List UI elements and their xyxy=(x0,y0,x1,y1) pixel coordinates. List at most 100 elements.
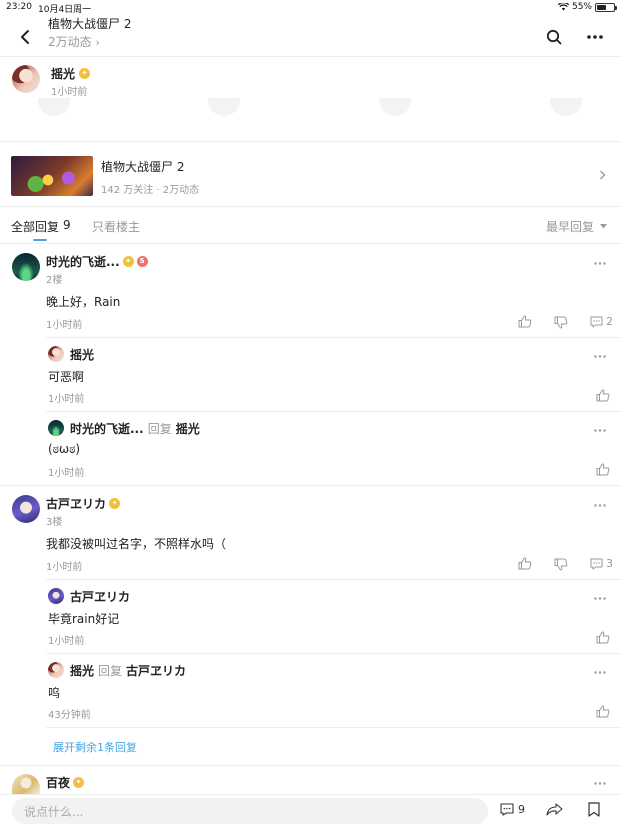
page-subtitle[interactable]: 2万动态 › xyxy=(48,33,100,50)
comment-author[interactable]: 时光的飞逝... ✦ S xyxy=(46,253,148,270)
more-dots-icon[interactable] xyxy=(594,262,606,265)
comment-avatar[interactable] xyxy=(12,495,40,523)
comment-author[interactable]: 古戸ヱリカ ✦ xyxy=(46,495,121,512)
thumbs-up-icon[interactable] xyxy=(596,389,610,402)
sort-label: 最早回复 xyxy=(546,220,595,234)
reply-author[interactable]: 古戸ヱリカ xyxy=(70,588,130,605)
more-dots-icon[interactable] xyxy=(594,429,606,432)
comment-reply-button[interactable]: 3 xyxy=(590,557,613,570)
more-dots-icon[interactable] xyxy=(594,355,606,358)
reply-text: 呜 xyxy=(48,686,61,700)
reply-text: 毕竟rain好记 xyxy=(48,612,120,626)
comment-icon xyxy=(590,316,603,327)
status-time: 23:20 xyxy=(6,2,32,12)
tab-owner-only[interactable]: 只看楼主 xyxy=(92,218,140,235)
tab-all-replies[interactable]: 全部回复 9 xyxy=(11,218,71,235)
back-button[interactable] xyxy=(14,26,36,48)
level-badge-icon: ✦ xyxy=(109,498,121,509)
comment-icon xyxy=(590,558,603,569)
reply-word: 回复 xyxy=(98,664,123,678)
level-badge-icon: ✦ xyxy=(79,68,91,79)
reply-divider xyxy=(46,411,621,412)
thumbs-down-icon[interactable] xyxy=(554,558,568,571)
search-icon xyxy=(546,29,562,45)
comment-time: 1小时前 xyxy=(46,320,83,331)
comment-reply-button[interactable]: 2 xyxy=(590,315,613,328)
reply-author[interactable]: 时光的飞逝... xyxy=(70,420,144,437)
comment-avatar[interactable] xyxy=(12,253,40,281)
tab-all-label: 全部回复 xyxy=(11,220,60,234)
reply-author-line: 时光的飞逝... 回复 摇光 xyxy=(70,420,200,437)
comment-author-name: 百夜 xyxy=(46,776,71,790)
comment-reply-count: 3 xyxy=(606,557,613,570)
post-author-name: 摇光 xyxy=(51,67,76,81)
more-dots-icon[interactable] xyxy=(594,782,606,785)
thumbs-up-icon[interactable] xyxy=(596,705,610,718)
bottom-comment-button[interactable]: 9 xyxy=(500,803,525,816)
status-date: 10月4日周一 xyxy=(38,5,92,15)
reply-author[interactable]: 摇光 xyxy=(70,662,94,679)
caret-down-icon xyxy=(600,224,608,229)
post-action-share[interactable] xyxy=(379,98,411,116)
reply-avatar[interactable] xyxy=(48,420,64,436)
chevron-left-icon xyxy=(21,30,29,44)
reply-divider xyxy=(46,727,621,728)
thumbs-down-icon[interactable] xyxy=(554,316,568,329)
reply-text: 可恶啊 xyxy=(48,370,85,384)
reply-author[interactable]: 摇光 xyxy=(70,346,94,363)
comment-divider xyxy=(0,765,621,766)
search-button[interactable] xyxy=(543,26,565,48)
more-dots-icon[interactable] xyxy=(594,504,606,507)
vip-badge-icon: S xyxy=(136,256,148,267)
subtitle-text: 2万动态 xyxy=(48,35,92,49)
more-dots-icon[interactable] xyxy=(594,597,606,600)
post-action-collect[interactable] xyxy=(550,98,582,116)
level-badge-icon: ✦ xyxy=(73,777,85,788)
reply-author-line: 摇光 回复 古戸ヱリカ xyxy=(70,662,186,679)
reply-divider xyxy=(46,579,621,580)
post-action-reward[interactable] xyxy=(208,98,240,116)
post-action-like[interactable] xyxy=(38,98,70,116)
comment-avatar[interactable] xyxy=(12,774,40,794)
author-avatar[interactable] xyxy=(12,65,40,93)
level-badge-icon: ✦ xyxy=(122,256,134,267)
comment-time: 1小时前 xyxy=(46,562,83,573)
reply-time: 1小时前 xyxy=(48,468,85,479)
reply-divider xyxy=(46,653,621,654)
more-dots-icon xyxy=(587,35,603,39)
thumbs-up-icon[interactable] xyxy=(596,631,610,644)
comment-reply-count: 2 xyxy=(606,315,613,328)
battery-icon xyxy=(595,2,617,12)
thumbs-up-icon[interactable] xyxy=(518,557,532,570)
tab-indicator xyxy=(33,239,47,241)
reply-target[interactable]: 古戸ヱリカ xyxy=(126,662,186,679)
reply-avatar[interactable] xyxy=(48,662,64,678)
tabs-divider xyxy=(0,243,621,244)
post-author[interactable]: 摇光 ✦ xyxy=(51,65,91,82)
more-button[interactable] xyxy=(584,26,606,48)
comment-floor: 3楼 xyxy=(46,517,63,528)
reply-avatar[interactable] xyxy=(48,588,64,604)
status-right: 55% xyxy=(557,2,617,12)
comment-icon xyxy=(500,803,514,816)
battery-percent: 55% xyxy=(571,2,592,12)
bookmark-icon[interactable] xyxy=(588,802,600,817)
comment-author[interactable]: 百夜 ✦ xyxy=(46,774,85,791)
thumbs-up-icon[interactable] xyxy=(596,463,610,476)
forum-card[interactable]: 植物大战僵尸 2 142 万关注 · 2万动态 xyxy=(0,142,621,206)
comment-floor: 2楼 xyxy=(46,275,63,286)
share-icon[interactable] xyxy=(546,803,563,816)
comment-input[interactable]: 说点什么... xyxy=(12,798,488,824)
chevron-right-icon xyxy=(600,170,606,180)
thumbs-up-icon[interactable] xyxy=(518,315,532,328)
reply-target[interactable]: 摇光 xyxy=(176,420,200,437)
reply-avatar[interactable] xyxy=(48,346,64,362)
tab-all-count: 9 xyxy=(63,218,71,232)
more-dots-icon[interactable] xyxy=(594,671,606,674)
sort-dropdown[interactable]: 最早回复 xyxy=(546,218,608,235)
expand-replies-link[interactable]: 展开剩余1条回复 xyxy=(53,739,137,755)
chevron-right-icon: › xyxy=(95,36,100,49)
comment-input-placeholder: 说点什么... xyxy=(24,804,84,819)
forum-name: 植物大战僵尸 2 xyxy=(101,160,185,174)
status-bar: 23:20 10月4日周一 55% xyxy=(0,0,621,15)
